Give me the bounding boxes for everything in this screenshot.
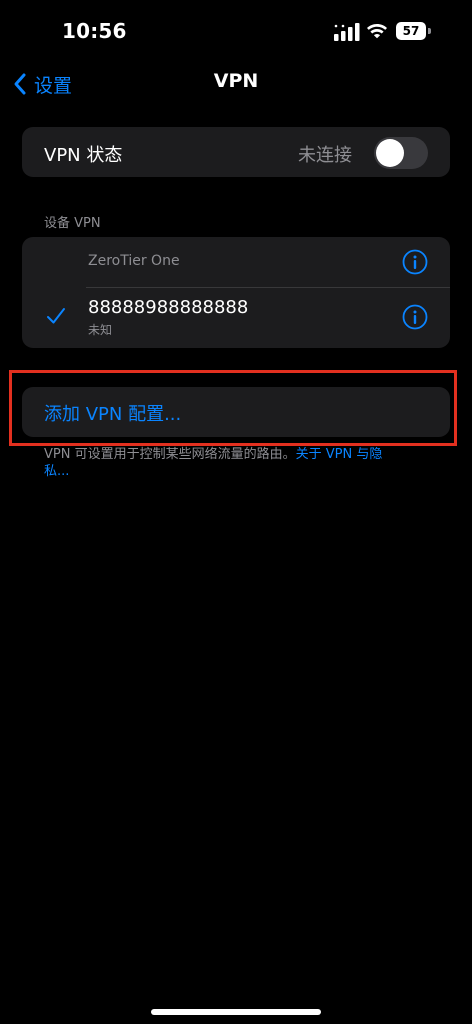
checkmark-icon (47, 308, 65, 324)
toggle-knob (376, 139, 404, 167)
vpn-status-value: 未连接 (298, 145, 352, 166)
add-vpn-group: 添加 VPN 配置... (22, 387, 450, 437)
battery-level: 57 (396, 22, 426, 40)
signal-icon (334, 23, 360, 41)
page-title: VPN (213, 70, 259, 92)
footer-text: VPN 可设置用于控制某些网络流量的路由。 (44, 447, 296, 462)
wifi-icon (367, 24, 387, 39)
info-icon[interactable] (402, 304, 428, 330)
vpn-status-row: VPN 状态 未连接 (22, 127, 450, 177)
device-vpn-group: ZeroTier One 88888988888888 未知 (22, 237, 450, 348)
vpn-status-group: VPN 状态 未连接 (22, 127, 450, 177)
vpn-item-status: 未知 (88, 323, 113, 337)
add-vpn-config-button[interactable]: 添加 VPN 配置... (22, 387, 450, 437)
section-header-device-vpn: 设备 VPN (44, 216, 101, 231)
vpn-item-zerotier[interactable]: ZeroTier One (22, 237, 450, 287)
add-vpn-config-label: 添加 VPN 配置... (44, 404, 182, 425)
info-icon[interactable] (402, 249, 428, 275)
vpn-item-name: 88888988888888 (88, 297, 249, 318)
vpn-item-name: ZeroTier One (88, 253, 180, 269)
vpn-item-selected[interactable]: 88888988888888 未知 (22, 287, 450, 348)
status-bar: 10:56 57 (0, 0, 472, 64)
footer-note: VPN 可设置用于控制某些网络流量的路由。关于 VPN 与隐私... (44, 446, 404, 480)
vpn-status-label: VPN 状态 (44, 145, 123, 166)
battery-icon: 57 (396, 22, 432, 40)
battery-tip (428, 28, 431, 34)
home-indicator (151, 1009, 321, 1015)
vpn-status-toggle[interactable] (374, 137, 428, 169)
status-time: 10:56 (62, 19, 127, 43)
